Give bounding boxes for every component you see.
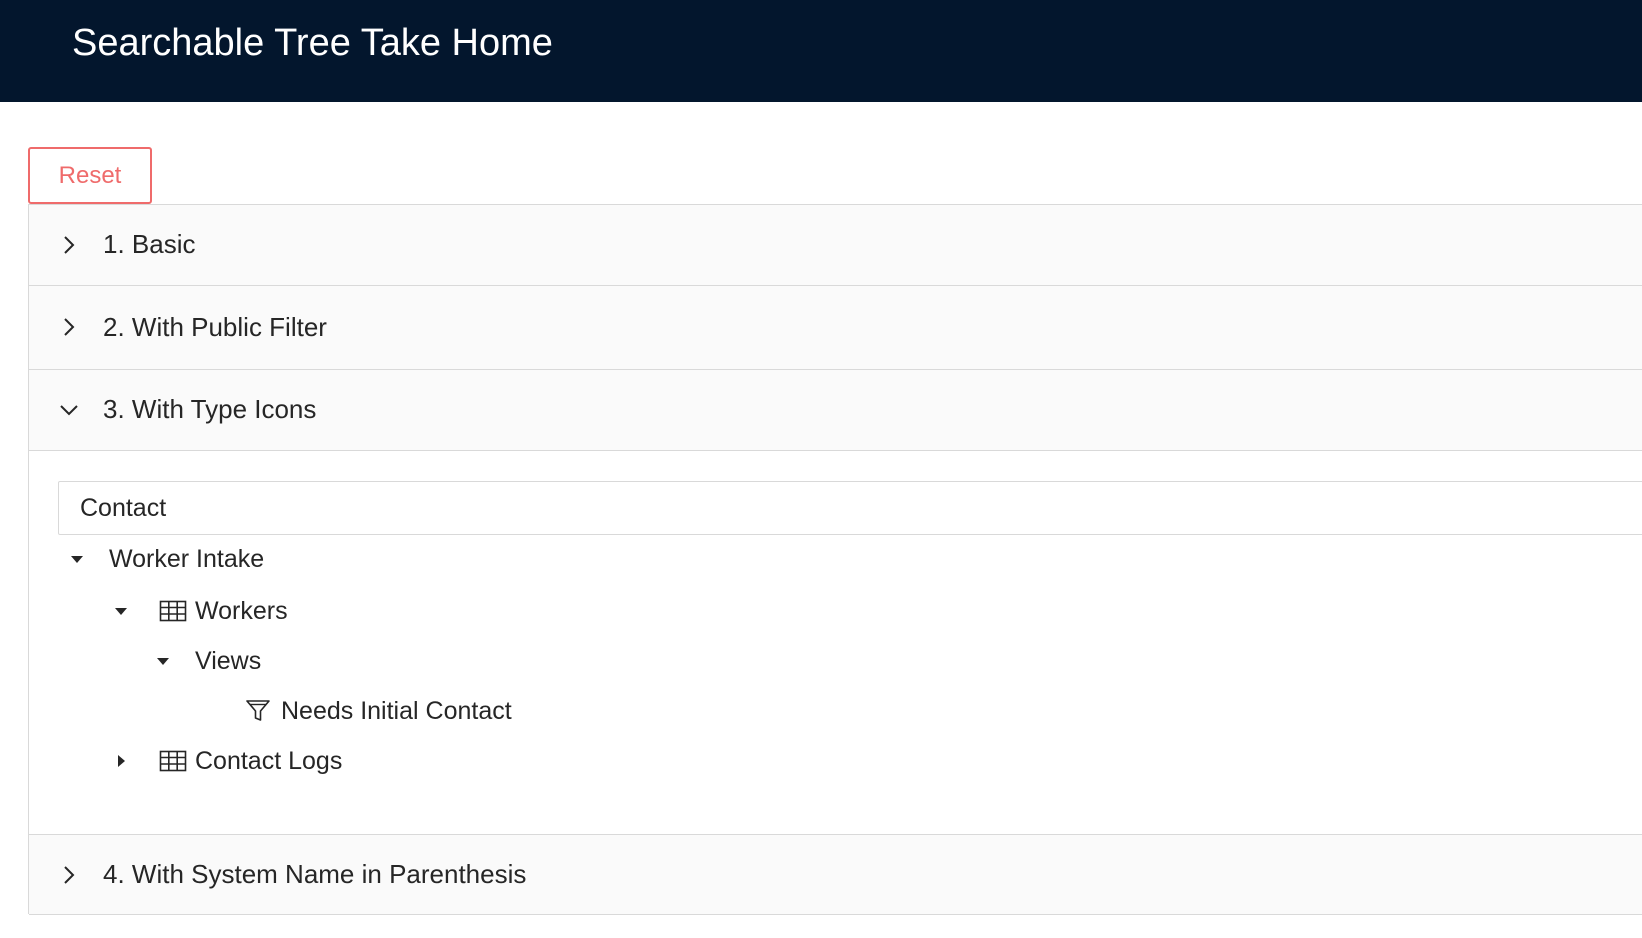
- panel-label: 2. With Public Filter: [103, 312, 327, 342]
- panel-label: 3. With Type Icons: [103, 394, 317, 424]
- panel-header-system-name[interactable]: 4. With System Name in Parenthesis: [29, 835, 1642, 915]
- filter-icon: [246, 700, 270, 721]
- collapse-accordion: 1. Basic 2. With Public Filter 3. With T…: [28, 204, 1642, 915]
- tree-node-views[interactable]: Views: [29, 641, 629, 681]
- chevron-down-icon: [60, 405, 78, 416]
- app-header: Searchable Tree Take Home: [0, 0, 1642, 102]
- panel-header-public-filter[interactable]: 2. With Public Filter: [29, 286, 1642, 370]
- chevron-right-icon: [64, 236, 75, 254]
- tree-node-title[interactable]: Worker Intake: [109, 539, 264, 579]
- table-icon: [159, 750, 187, 772]
- tree-node-contact-logs[interactable]: Contact Logs: [29, 741, 629, 781]
- panel-header-basic[interactable]: 1. Basic: [29, 205, 1642, 286]
- tree-node-needs-initial-contact[interactable]: Needs Initial Contact: [29, 691, 629, 731]
- caret-down-icon[interactable]: [155, 653, 171, 669]
- tree-node-workers[interactable]: Workers: [29, 591, 629, 631]
- tree-node-title[interactable]: Views: [195, 641, 261, 681]
- table-icon: [159, 600, 187, 622]
- panel-body-type-icons: Worker Intake Workers: [29, 451, 1642, 835]
- reset-button[interactable]: Reset: [28, 147, 152, 204]
- tree-node-worker-intake[interactable]: Worker Intake: [29, 539, 629, 579]
- panel-header-type-icons[interactable]: 3. With Type Icons: [29, 370, 1642, 451]
- caret-down-icon[interactable]: [69, 551, 85, 567]
- tree-search-input[interactable]: [58, 481, 1642, 535]
- panel-label: 1. Basic: [103, 229, 196, 259]
- panel-label: 4. With System Name in Parenthesis: [103, 859, 527, 889]
- chevron-right-icon: [64, 866, 75, 884]
- tree-node-title[interactable]: Contact Logs: [195, 741, 342, 781]
- caret-right-icon[interactable]: [113, 753, 129, 769]
- tree-node-title[interactable]: Needs Initial Contact: [281, 691, 512, 731]
- app-title: Searchable Tree Take Home: [72, 22, 553, 64]
- caret-down-icon[interactable]: [113, 603, 129, 619]
- tree-node-title[interactable]: Workers: [195, 591, 288, 631]
- chevron-right-icon: [64, 318, 75, 336]
